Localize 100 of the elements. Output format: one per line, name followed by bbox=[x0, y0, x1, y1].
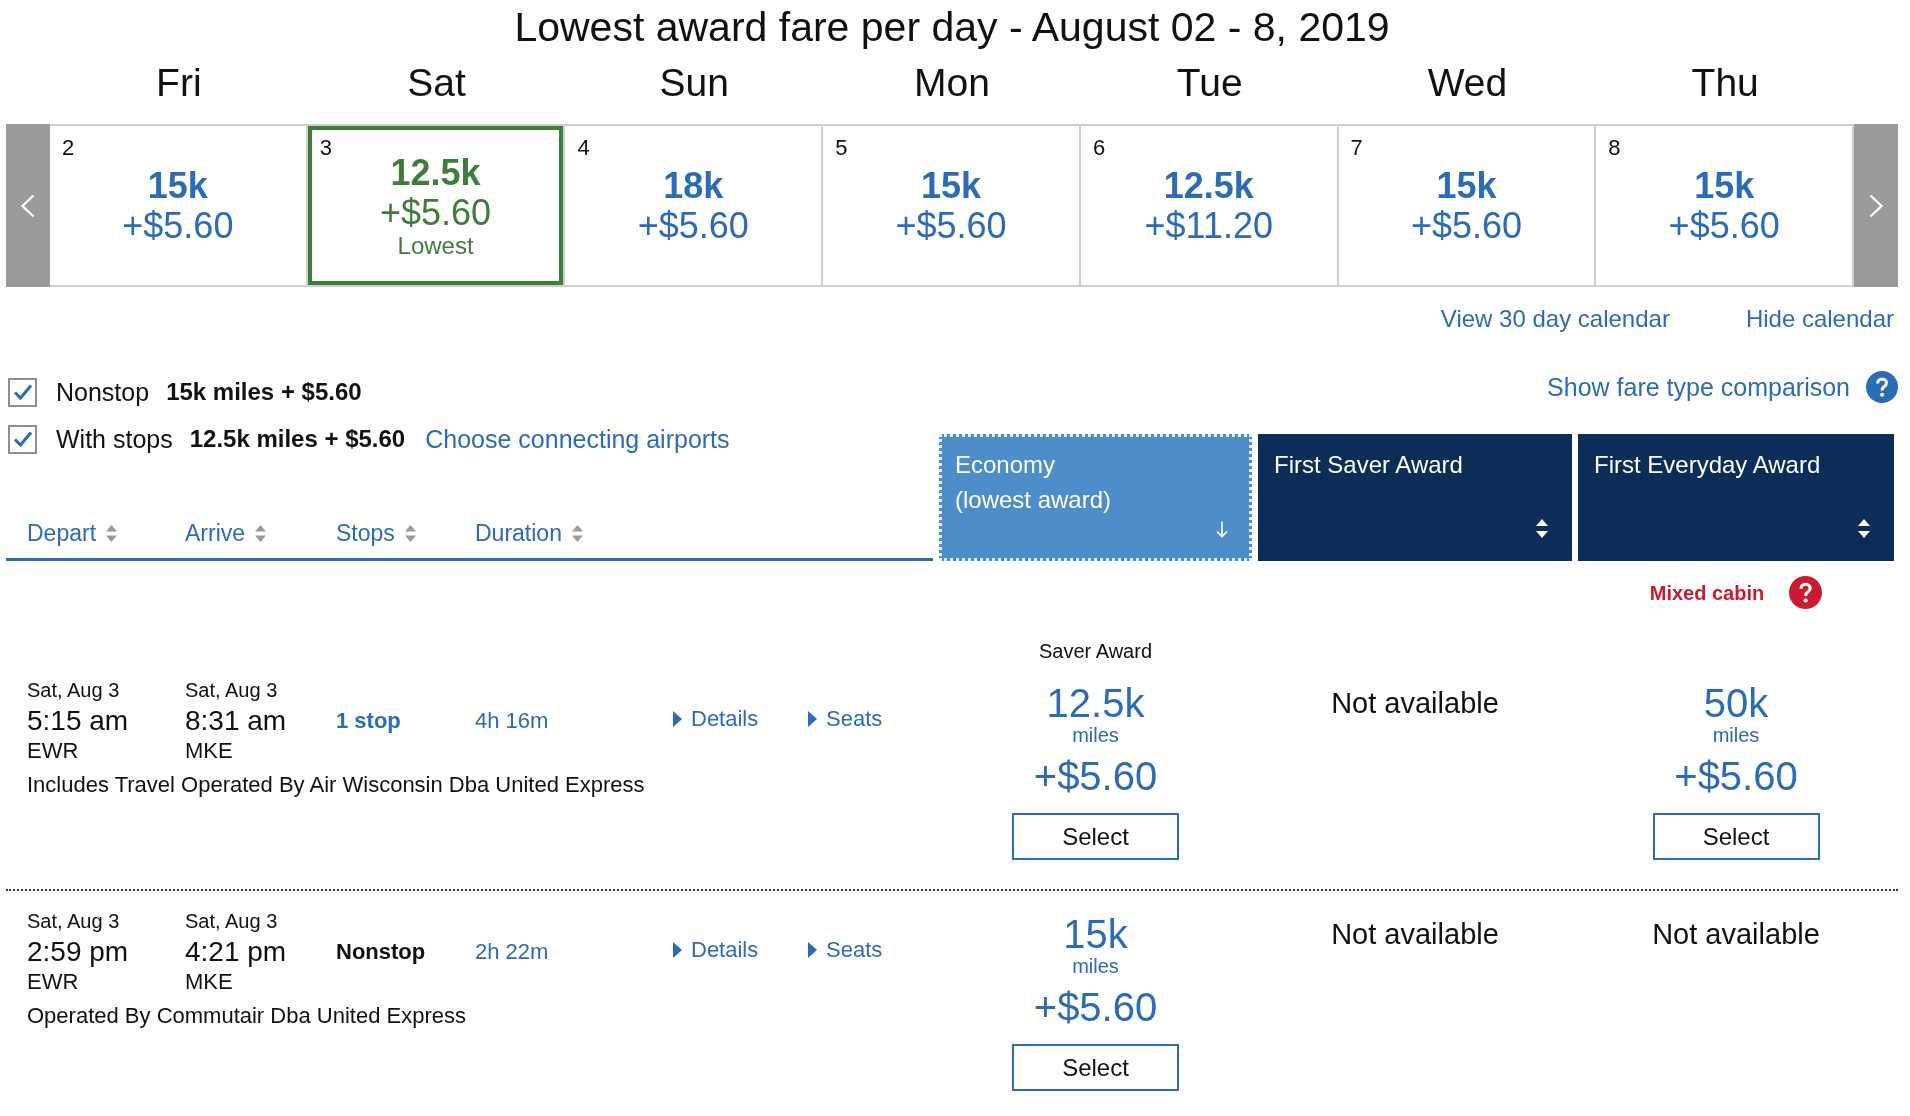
checkmark-icon bbox=[12, 430, 33, 448]
connecting-airports-link[interactable]: Choose connecting airports bbox=[425, 424, 730, 454]
calendar-day[interactable]: 3 12.5k +$5.60 Lowest bbox=[307, 124, 566, 287]
calendar-day[interactable]: 4 18k +$5.60 bbox=[565, 124, 824, 287]
filter-price: 15k miles + $5.60 bbox=[166, 377, 362, 407]
fare-column-header[interactable]: Economy (lowest award) bbox=[939, 434, 1252, 561]
calendar-link[interactable]: View 30 day calendar bbox=[1440, 304, 1670, 334]
filter-label: Nonstop bbox=[56, 377, 150, 407]
miles-unit: miles bbox=[1072, 956, 1119, 976]
day-number: 5 bbox=[835, 135, 848, 161]
sort-icon bbox=[1858, 519, 1870, 538]
not-available-label: Not available bbox=[1331, 686, 1499, 721]
fare-column-header[interactable]: First Saver Award bbox=[1258, 434, 1572, 561]
day-fee: +$5.60 bbox=[122, 205, 234, 246]
expand-link[interactable]: Details bbox=[673, 934, 759, 966]
not-available-label: Not available bbox=[1652, 917, 1820, 952]
day-number: 3 bbox=[319, 135, 332, 161]
expand-link[interactable]: Seats bbox=[808, 703, 883, 735]
select-button[interactable]: Select bbox=[1012, 1044, 1179, 1091]
flight-duration: 4h 16m bbox=[475, 707, 549, 735]
chevron-left-icon bbox=[21, 193, 35, 218]
sort-button[interactable]: Depart bbox=[27, 518, 118, 548]
checkmark-icon bbox=[12, 383, 33, 401]
day-miles: 18k bbox=[663, 165, 724, 206]
checkbox[interactable] bbox=[8, 424, 37, 454]
stops-link[interactable]: 1 stop bbox=[336, 705, 401, 737]
help-icon[interactable] bbox=[1866, 371, 1898, 403]
day-miles: 12.5k bbox=[1163, 165, 1254, 206]
day-fee: +$5.60 bbox=[380, 192, 492, 233]
operator-note: Operated By Commutair Dba United Express bbox=[27, 1002, 466, 1030]
sort-icon bbox=[1536, 519, 1548, 538]
calendar-day[interactable]: 7 15k +$5.60 bbox=[1338, 124, 1597, 287]
day-number: 6 bbox=[1092, 135, 1106, 161]
caret-right-icon bbox=[808, 942, 817, 958]
miles-unit: miles bbox=[1712, 725, 1760, 745]
weekday-label: Thu bbox=[1691, 61, 1759, 105]
day-miles: 15k bbox=[147, 165, 208, 206]
flight-time: 5:15 am bbox=[27, 705, 129, 737]
day-miles: 15k bbox=[1436, 165, 1497, 206]
sort-icon bbox=[255, 524, 267, 542]
award-type-label: Saver Award bbox=[1039, 639, 1152, 664]
mixed-cabin-note: Mixed cabin bbox=[1649, 580, 1765, 606]
sort-button[interactable]: Duration bbox=[475, 518, 583, 548]
flight-date: Sat, Aug 3 bbox=[185, 678, 278, 702]
sort-icon bbox=[106, 524, 118, 542]
next-button[interactable] bbox=[1854, 124, 1899, 287]
filter-price: 12.5k miles + $5.60 bbox=[189, 424, 406, 454]
calendar-title: Lowest award fare per day - August 02 - 8, 2019 bbox=[514, 3, 1390, 51]
day-miles: 12.5k bbox=[390, 152, 481, 193]
weekday-label: Tue bbox=[1176, 61, 1243, 105]
filter-label: With stops bbox=[56, 424, 173, 454]
select-button[interactable]: Select bbox=[1012, 813, 1179, 860]
flight-time: 2:59 pm bbox=[27, 936, 129, 968]
day-number: 4 bbox=[577, 135, 590, 161]
calendar-day[interactable]: 8 15k +$5.60 bbox=[1596, 124, 1855, 287]
miles-unit: miles bbox=[1072, 725, 1119, 745]
flight-time: 8:31 am bbox=[185, 705, 287, 737]
sort-icon bbox=[571, 524, 583, 542]
weekday-label: Fri bbox=[156, 61, 202, 105]
day-number: 8 bbox=[1608, 135, 1621, 161]
operator-note: Includes Travel Operated By Air Wisconsin Dba United Express bbox=[27, 771, 645, 799]
flight-date: Sat, Aug 3 bbox=[27, 678, 120, 702]
day-fee: +$5.60 bbox=[1668, 205, 1780, 246]
day-fee: +$5.60 bbox=[637, 205, 749, 246]
weekday-label: Wed bbox=[1427, 61, 1508, 105]
airport-code: MKE bbox=[185, 737, 233, 765]
calendar-day[interactable]: 2 15k +$5.60 bbox=[50, 124, 308, 287]
not-available-label: Not available bbox=[1331, 917, 1499, 952]
caret-right-icon bbox=[673, 711, 682, 727]
award-fee: +$5.60 bbox=[1674, 754, 1798, 798]
award-miles: 15k bbox=[1063, 912, 1128, 956]
help-icon[interactable] bbox=[1789, 576, 1823, 609]
weekday-label: Sun bbox=[659, 61, 729, 105]
stops-label: Nonstop bbox=[336, 938, 426, 966]
flight-time: 4:21 pm bbox=[185, 936, 287, 968]
fare-comparison-link[interactable]: Show fare type comparison bbox=[1547, 372, 1850, 402]
sort-button[interactable]: Stops bbox=[336, 518, 416, 548]
flight-date: Sat, Aug 3 bbox=[185, 909, 278, 933]
expand-link[interactable]: Details bbox=[673, 703, 759, 735]
calendar-link[interactable]: Hide calendar bbox=[1745, 304, 1894, 334]
day-number: 2 bbox=[62, 135, 75, 161]
caret-right-icon bbox=[808, 711, 817, 727]
day-fee: +$5.60 bbox=[895, 205, 1007, 246]
airport-code: EWR bbox=[27, 737, 79, 765]
calendar-day[interactable]: 5 15k +$5.60 bbox=[823, 124, 1081, 287]
weekday-label: Mon bbox=[914, 61, 990, 105]
lowest-label: Lowest bbox=[397, 232, 474, 259]
award-fee: +$5.60 bbox=[1033, 754, 1158, 798]
calendar-day[interactable]: 6 12.5k +$11.20 bbox=[1080, 124, 1339, 287]
flight-duration: 2h 22m bbox=[475, 938, 549, 966]
day-number: 7 bbox=[1350, 135, 1363, 161]
day-fee: +$5.60 bbox=[1410, 205, 1522, 246]
caret-right-icon bbox=[673, 942, 682, 958]
day-miles: 15k bbox=[920, 165, 982, 206]
fare-column-header[interactable]: First Everyday Award bbox=[1578, 434, 1894, 561]
day-miles: 15k bbox=[1694, 165, 1755, 206]
checkbox[interactable] bbox=[8, 377, 37, 407]
select-button[interactable]: Select bbox=[1652, 813, 1820, 860]
sort-button[interactable]: Arrive bbox=[185, 518, 267, 548]
expand-link[interactable]: Seats bbox=[808, 934, 883, 966]
